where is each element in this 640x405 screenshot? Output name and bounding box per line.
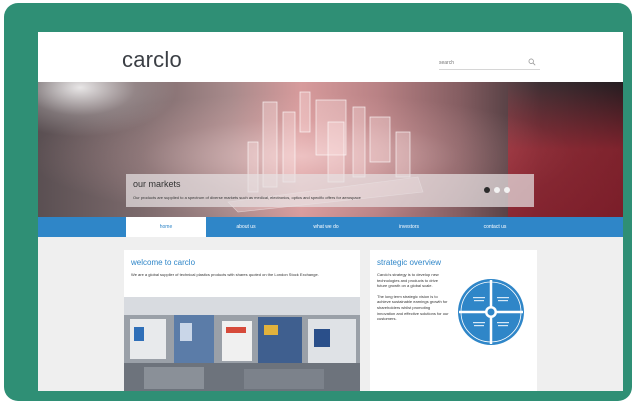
- hero-title: our markets: [133, 179, 181, 189]
- factory-floor-image[interactable]: [124, 297, 360, 391]
- search-icon[interactable]: [528, 58, 536, 66]
- welcome-text: We are a global supplier of technical pl…: [131, 272, 319, 277]
- slider-dot-2[interactable]: [494, 187, 500, 193]
- strategy-paragraph-2: The long term strategic vision is to ach…: [377, 293, 449, 322]
- strategy-paragraph-1: Carclo's strategy is to develop new tech…: [377, 272, 439, 289]
- strategy-text: Carclo's strategy is to develop new tech…: [377, 272, 449, 327]
- nav-item-home[interactable]: home: [126, 217, 206, 237]
- slider-dot-3[interactable]: [504, 187, 510, 193]
- nav-item-what-we-do[interactable]: what we do: [286, 217, 366, 237]
- strategy-wheel-icon[interactable]: [456, 277, 526, 347]
- welcome-panel: welcome to carclo We are a global suppli…: [124, 250, 360, 391]
- hero-caption-box: our markets Our products are supplied to…: [126, 174, 534, 207]
- search-input[interactable]: [439, 59, 523, 66]
- browser-screen: carclo search our markets Our products a…: [38, 32, 623, 391]
- device-frame: carclo search our markets Our products a…: [4, 3, 632, 401]
- welcome-title: welcome to carclo: [131, 258, 196, 267]
- site-header: carclo: [38, 32, 623, 82]
- slider-dot-1[interactable]: [484, 187, 490, 193]
- strategy-title: strategic overview: [377, 258, 442, 267]
- hero-subtitle: Our products are supplied to a spectrum …: [133, 195, 361, 200]
- slider-dots: [484, 187, 510, 193]
- nav-item-contact-us[interactable]: contact us: [452, 217, 538, 237]
- site-logo[interactable]: carclo: [122, 47, 182, 73]
- nav-item-about-us[interactable]: about us: [206, 217, 286, 237]
- hero-lamp-glow: [38, 82, 178, 137]
- hero-banner: our markets Our products are supplied to…: [38, 82, 623, 217]
- nav-item-investors[interactable]: investors: [366, 217, 452, 237]
- strategy-panel: strategic overview Carclo's strategy is …: [370, 250, 537, 391]
- main-nav: home about us what we do investors conta…: [38, 217, 623, 237]
- search-box[interactable]: [439, 56, 540, 70]
- page-content: welcome to carclo We are a global suppli…: [38, 237, 623, 391]
